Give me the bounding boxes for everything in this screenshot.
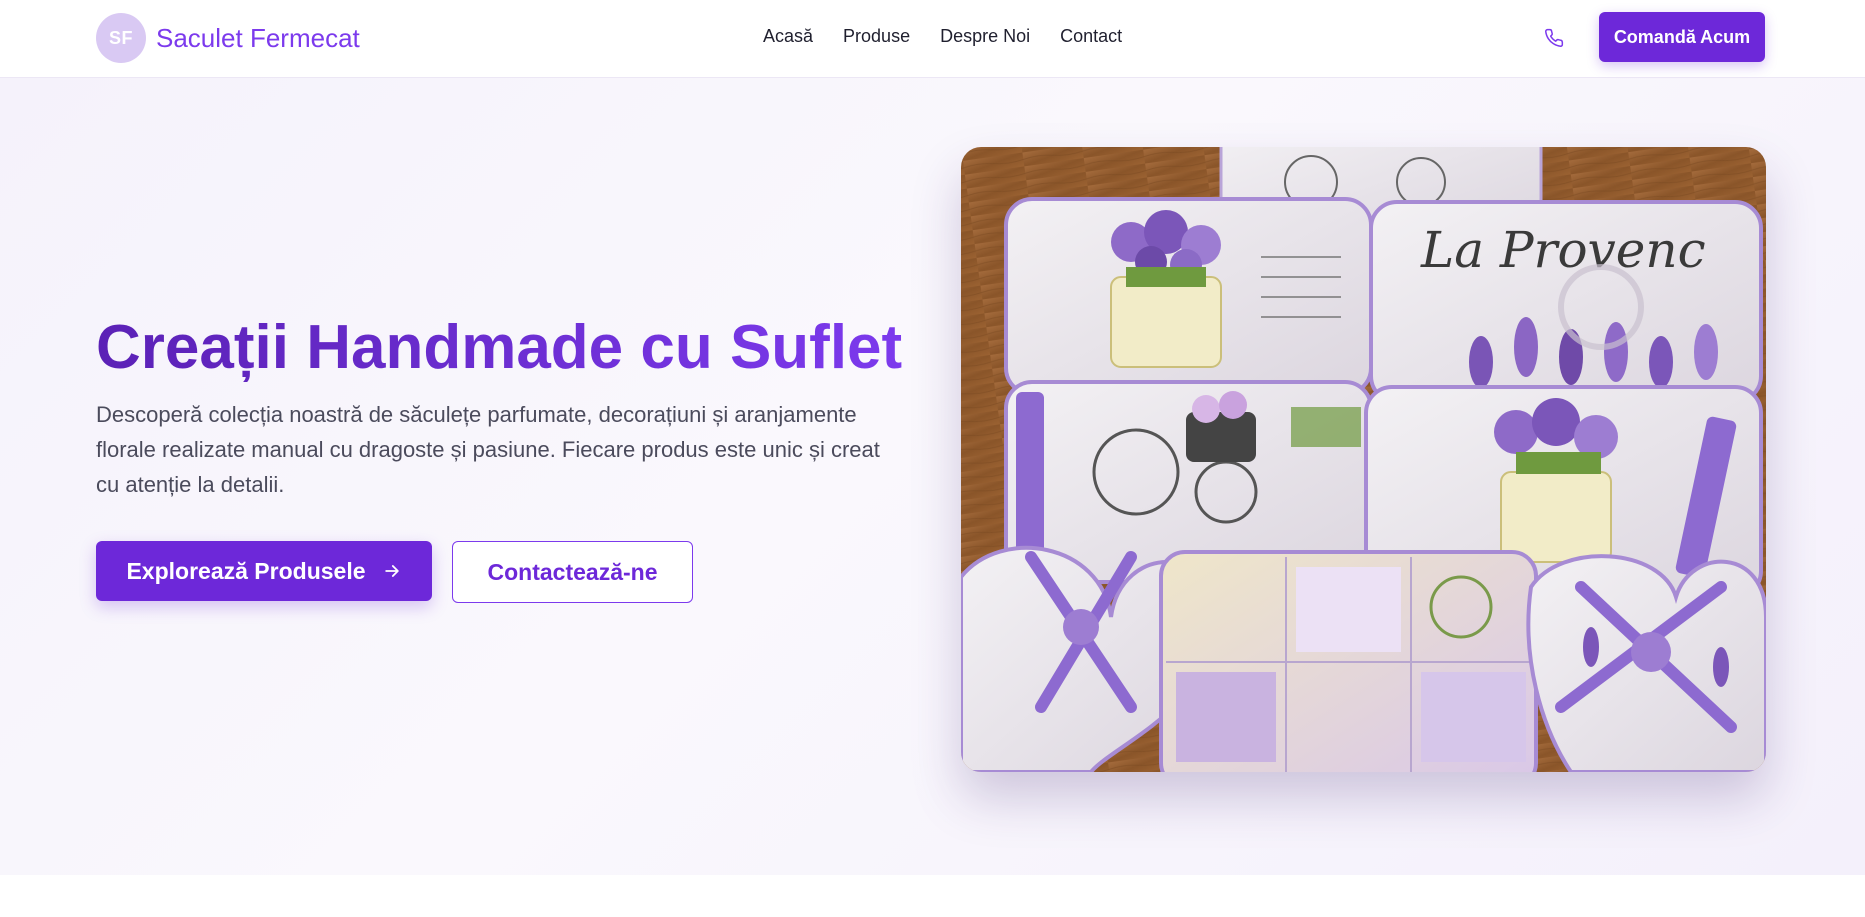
nav-link-contact[interactable]: Contact [1060,26,1122,47]
site-header: SF Saculet Fermecat Acasă Produse Despre… [0,0,1865,78]
order-now-button[interactable]: Comandă Acum [1599,12,1765,62]
logo-initials: SF [108,27,133,48]
nav-link-produse[interactable]: Produse [843,26,910,47]
pillow-script-text: La Provenc [1420,221,1706,279]
phone-button[interactable] [1540,24,1568,52]
nav-link-acasa[interactable]: Acasă [763,26,813,47]
brand-name: Saculet Fermecat [156,22,360,53]
hero-section: Creații Handmade cu Suflet Descoperă col… [0,78,1865,875]
hero-product-image: La Provenc [961,147,1766,772]
main-nav: Acasă Produse Despre Noi Contact [763,26,1122,47]
nav-link-despre-noi[interactable]: Despre Noi [940,26,1030,47]
arrow-right-icon [384,565,399,577]
hero-description: Descoperă colecția noastră de săculețe p… [96,402,880,497]
brand-logo-link[interactable]: SF Saculet Fermecat [96,12,360,64]
next-section-start [0,875,1865,917]
logo-badge: SF [96,13,146,63]
contact-us-button[interactable]: Contactează-ne [452,541,693,603]
phone-icon [1545,28,1564,47]
hero-title: Creații Handmade cu Suflet [96,313,903,382]
explore-products-label: Explorează Produsele [126,557,366,584]
explore-products-button[interactable]: Explorează Produsele [96,541,432,601]
